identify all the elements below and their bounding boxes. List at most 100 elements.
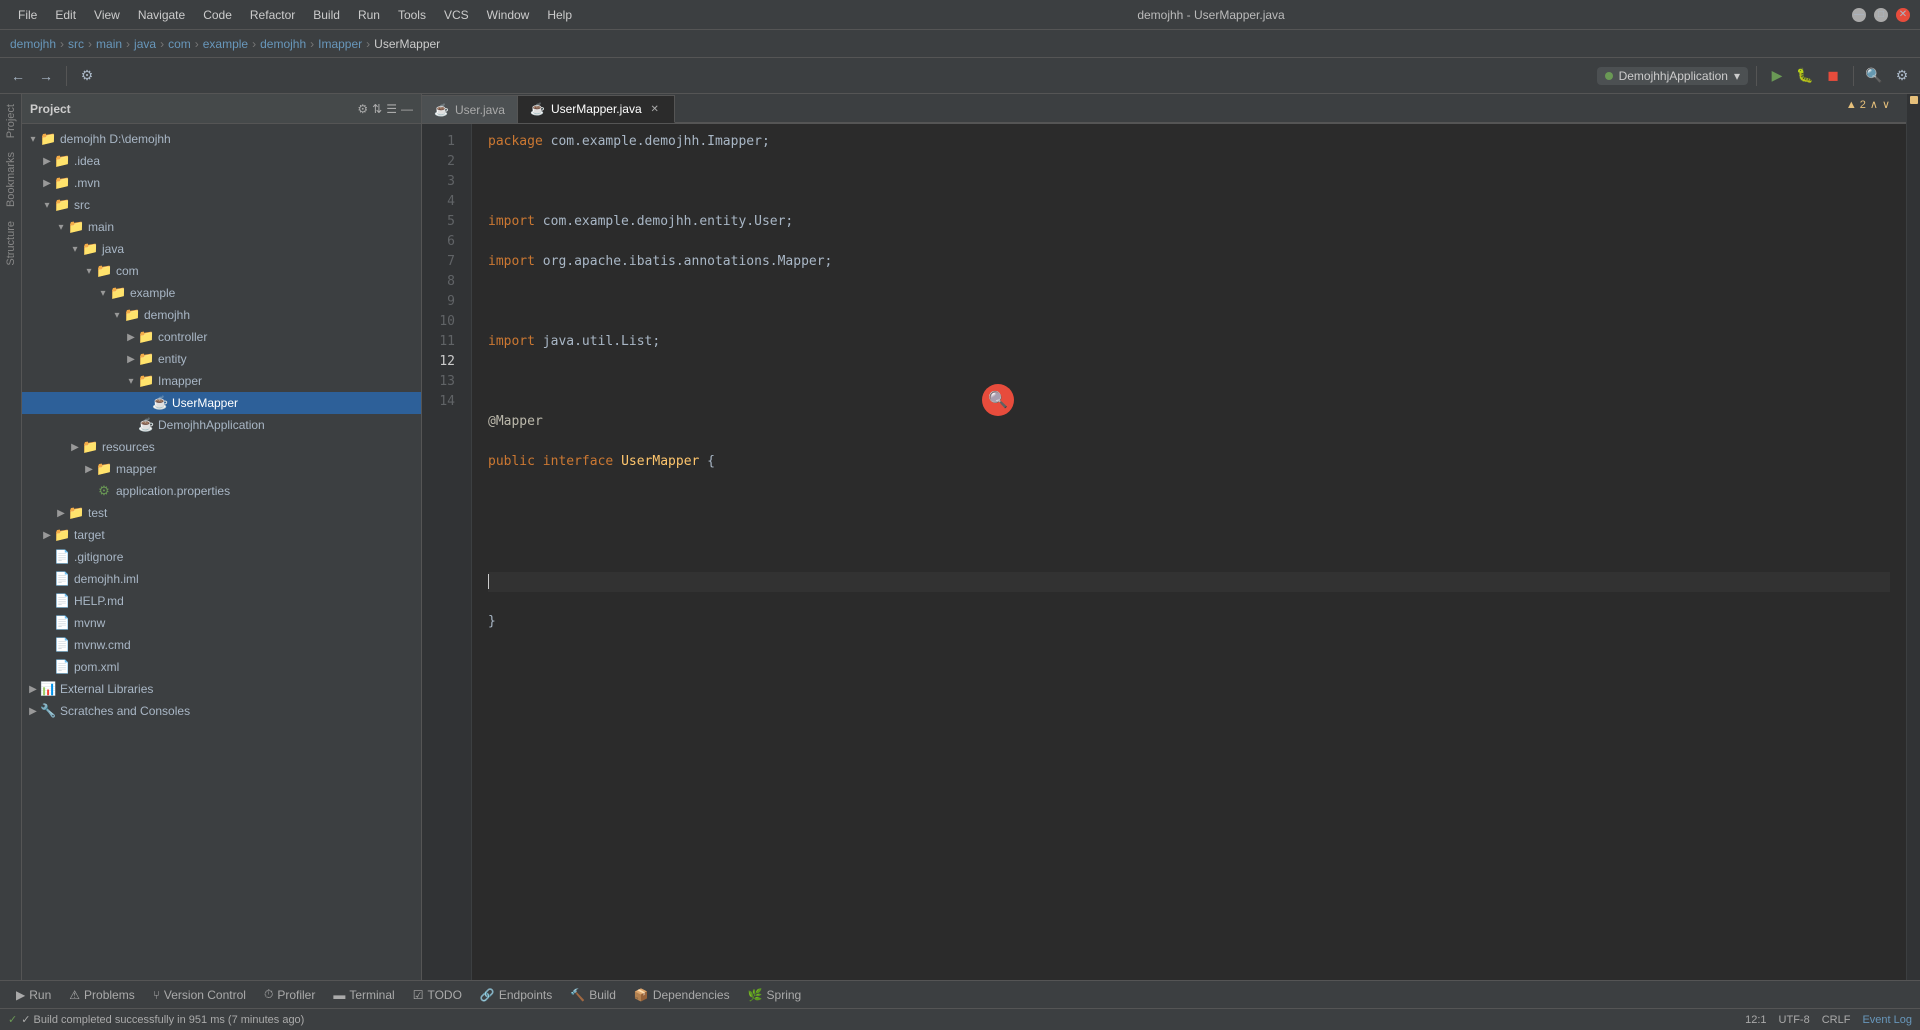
breadcrumb-usermapper[interactable]: UserMapper [374,37,440,51]
minimize-button[interactable]: — [1852,8,1866,22]
menu-build[interactable]: Build [305,6,348,24]
tab-user-java-label: User.java [455,103,505,117]
run-config[interactable]: DemojhhjApplication ▾ [1597,67,1748,85]
tree-item-mapper-res[interactable]: ▶📁mapper [22,458,421,480]
tree-item-mvnw[interactable]: 📄mvnw [22,612,421,634]
breadcrumb-demojhh2[interactable]: demojhh [260,37,306,51]
tool-endpoints[interactable]: 🔗 Endpoints [472,984,560,1006]
code-area[interactable]: package com.example.demojhh.Imapper; imp… [472,124,1906,980]
status-left: ✓ ✓ Build completed successfully in 951 … [8,1013,1737,1026]
menu-navigate[interactable]: Navigate [130,6,193,24]
menu-vcs[interactable]: VCS [436,6,477,24]
menu-code[interactable]: Code [195,6,240,24]
menu-edit[interactable]: Edit [47,6,84,24]
vertical-tool-structure[interactable]: Structure [3,217,19,270]
tree-icon-mvn: 📁 [54,175,70,191]
menu-tools[interactable]: Tools [390,6,434,24]
tool-todo[interactable]: ☑ TODO [405,984,470,1006]
tool-profiler[interactable]: ⏱ Profiler [256,984,323,1006]
maximize-button[interactable]: □ [1874,8,1888,22]
tree-item-controller[interactable]: ▶📁controller [22,326,421,348]
tab-user-java[interactable]: ☕ User.java [422,95,518,123]
tree-item-ext-libs[interactable]: ▶📊External Libraries [22,678,421,700]
editor-content[interactable]: 1 2 3 4 5 6 7 8 9 10 11 12 13 14 package… [422,124,1906,980]
ln-7: 7 [422,252,463,272]
tree-icon-com: 📁 [96,263,112,279]
tool-run[interactable]: ▶ Run [8,984,59,1006]
menu-refactor[interactable]: Refactor [242,6,303,24]
toolbar-back-button[interactable]: ← [6,64,30,88]
tree-item-usermapper[interactable]: ☕UserMapper [22,392,421,414]
run-config-indicator [1605,72,1613,80]
tree-item-entity[interactable]: ▶📁entity [22,348,421,370]
tree-item-mvnw-cmd[interactable]: 📄mvnw.cmd [22,634,421,656]
tree-item-demojhh-iml[interactable]: 📄demojhh.iml [22,568,421,590]
tree-item-demojhh2[interactable]: ▾📁demojhh [22,304,421,326]
tool-build[interactable]: 🔨 Build [562,984,624,1006]
tree-item-example[interactable]: ▾📁example [22,282,421,304]
ln-14: 14 [422,392,463,412]
tree-item-demojhh-root[interactable]: ▾📁demojhh D:\demojhh [22,128,421,150]
toolbar-forward-button[interactable]: → [34,64,58,88]
tree-item-gitignore[interactable]: 📄.gitignore [22,546,421,568]
event-log[interactable]: Event Log [1862,1014,1912,1026]
search-button[interactable]: 🔍 [982,384,1014,416]
toolbar-search-button[interactable]: 🔍 [1862,64,1886,88]
close-button[interactable]: ✕ [1896,8,1910,22]
tree-item-target[interactable]: ▶📁target [22,524,421,546]
warning-nav-up[interactable]: ∧ [1870,98,1878,111]
tab-usermapper-java[interactable]: ☕ UserMapper.java ✕ [518,95,675,123]
breadcrumb-java[interactable]: java [134,37,156,51]
breadcrumb-main[interactable]: main [96,37,122,51]
toolbar-gear-button[interactable]: ⚙ [1890,64,1914,88]
panel-minimize-icon[interactable]: — [401,102,413,116]
tree-icon-controller: 📁 [138,329,154,345]
breadcrumb-example[interactable]: example [203,37,248,51]
code-line-6: import java.util.List; [488,332,1890,352]
tree-item-src[interactable]: ▾📁src [22,194,421,216]
tree-item-pom-xml[interactable]: 📄pom.xml [22,656,421,678]
tool-spring[interactable]: 🌿 Spring [740,984,810,1006]
tree-item-help-md[interactable]: 📄HELP.md [22,590,421,612]
tree-item-test[interactable]: ▶📁test [22,502,421,524]
vertical-tool-bookmarks[interactable]: Bookmarks [3,148,19,211]
warning-nav-down[interactable]: ∨ [1882,98,1890,111]
menu-file[interactable]: File [10,6,45,24]
tree-item-demojhhapp[interactable]: ☕DemojhhApplication [22,414,421,436]
tree-item-com[interactable]: ▾📁com [22,260,421,282]
toolbar-settings-button[interactable]: ⚙ [75,64,99,88]
tool-dependencies[interactable]: 📦 Dependencies [626,984,738,1006]
breadcrumb-src[interactable]: src [68,37,84,51]
tree-item-main[interactable]: ▾📁main [22,216,421,238]
tree-item-idea[interactable]: ▶📁.idea [22,150,421,172]
breadcrumb-imapper[interactable]: Imapper [318,37,362,51]
tree-item-mvn[interactable]: ▶📁.mvn [22,172,421,194]
vertical-tool-project[interactable]: Project [3,100,19,142]
tool-version-control[interactable]: ⑂ Version Control [145,984,254,1006]
tool-terminal[interactable]: ▬ Terminal [325,984,402,1006]
panel-settings-icon[interactable]: ⚙ [357,102,368,116]
tree-item-imapper[interactable]: ▾📁Imapper [22,370,421,392]
ln-6: 6 [422,232,463,252]
tab-usermapper-close[interactable]: ✕ [648,102,662,116]
toolbar-run-button[interactable]: ▶ [1765,64,1789,88]
breadcrumb-com[interactable]: com [168,37,191,51]
tree-item-java[interactable]: ▾📁java [22,238,421,260]
toolbar-debug-button[interactable]: 🐛 [1793,64,1817,88]
breadcrumb-demojhh[interactable]: demojhh [10,37,56,51]
tree-item-appprop[interactable]: ⚙application.properties [22,480,421,502]
ln-13: 13 [422,372,463,392]
ln-9: 9 [422,292,463,312]
panel-filter-icon[interactable]: ☰ [386,102,397,116]
tool-problems[interactable]: ⚠ Problems [61,984,142,1006]
menu-view[interactable]: View [86,6,128,24]
menu-window[interactable]: Window [479,6,538,24]
tree-item-resources[interactable]: ▶📁resources [22,436,421,458]
tree-icon-idea: 📁 [54,153,70,169]
menu-run[interactable]: Run [350,6,388,24]
ln-4: 4 [422,192,463,212]
menu-help[interactable]: Help [539,6,580,24]
tree-item-scratches[interactable]: ▶🔧Scratches and Consoles [22,700,421,722]
panel-sort-icon[interactable]: ⇅ [372,102,382,116]
toolbar-stop-button[interactable]: ◼ [1821,64,1845,88]
